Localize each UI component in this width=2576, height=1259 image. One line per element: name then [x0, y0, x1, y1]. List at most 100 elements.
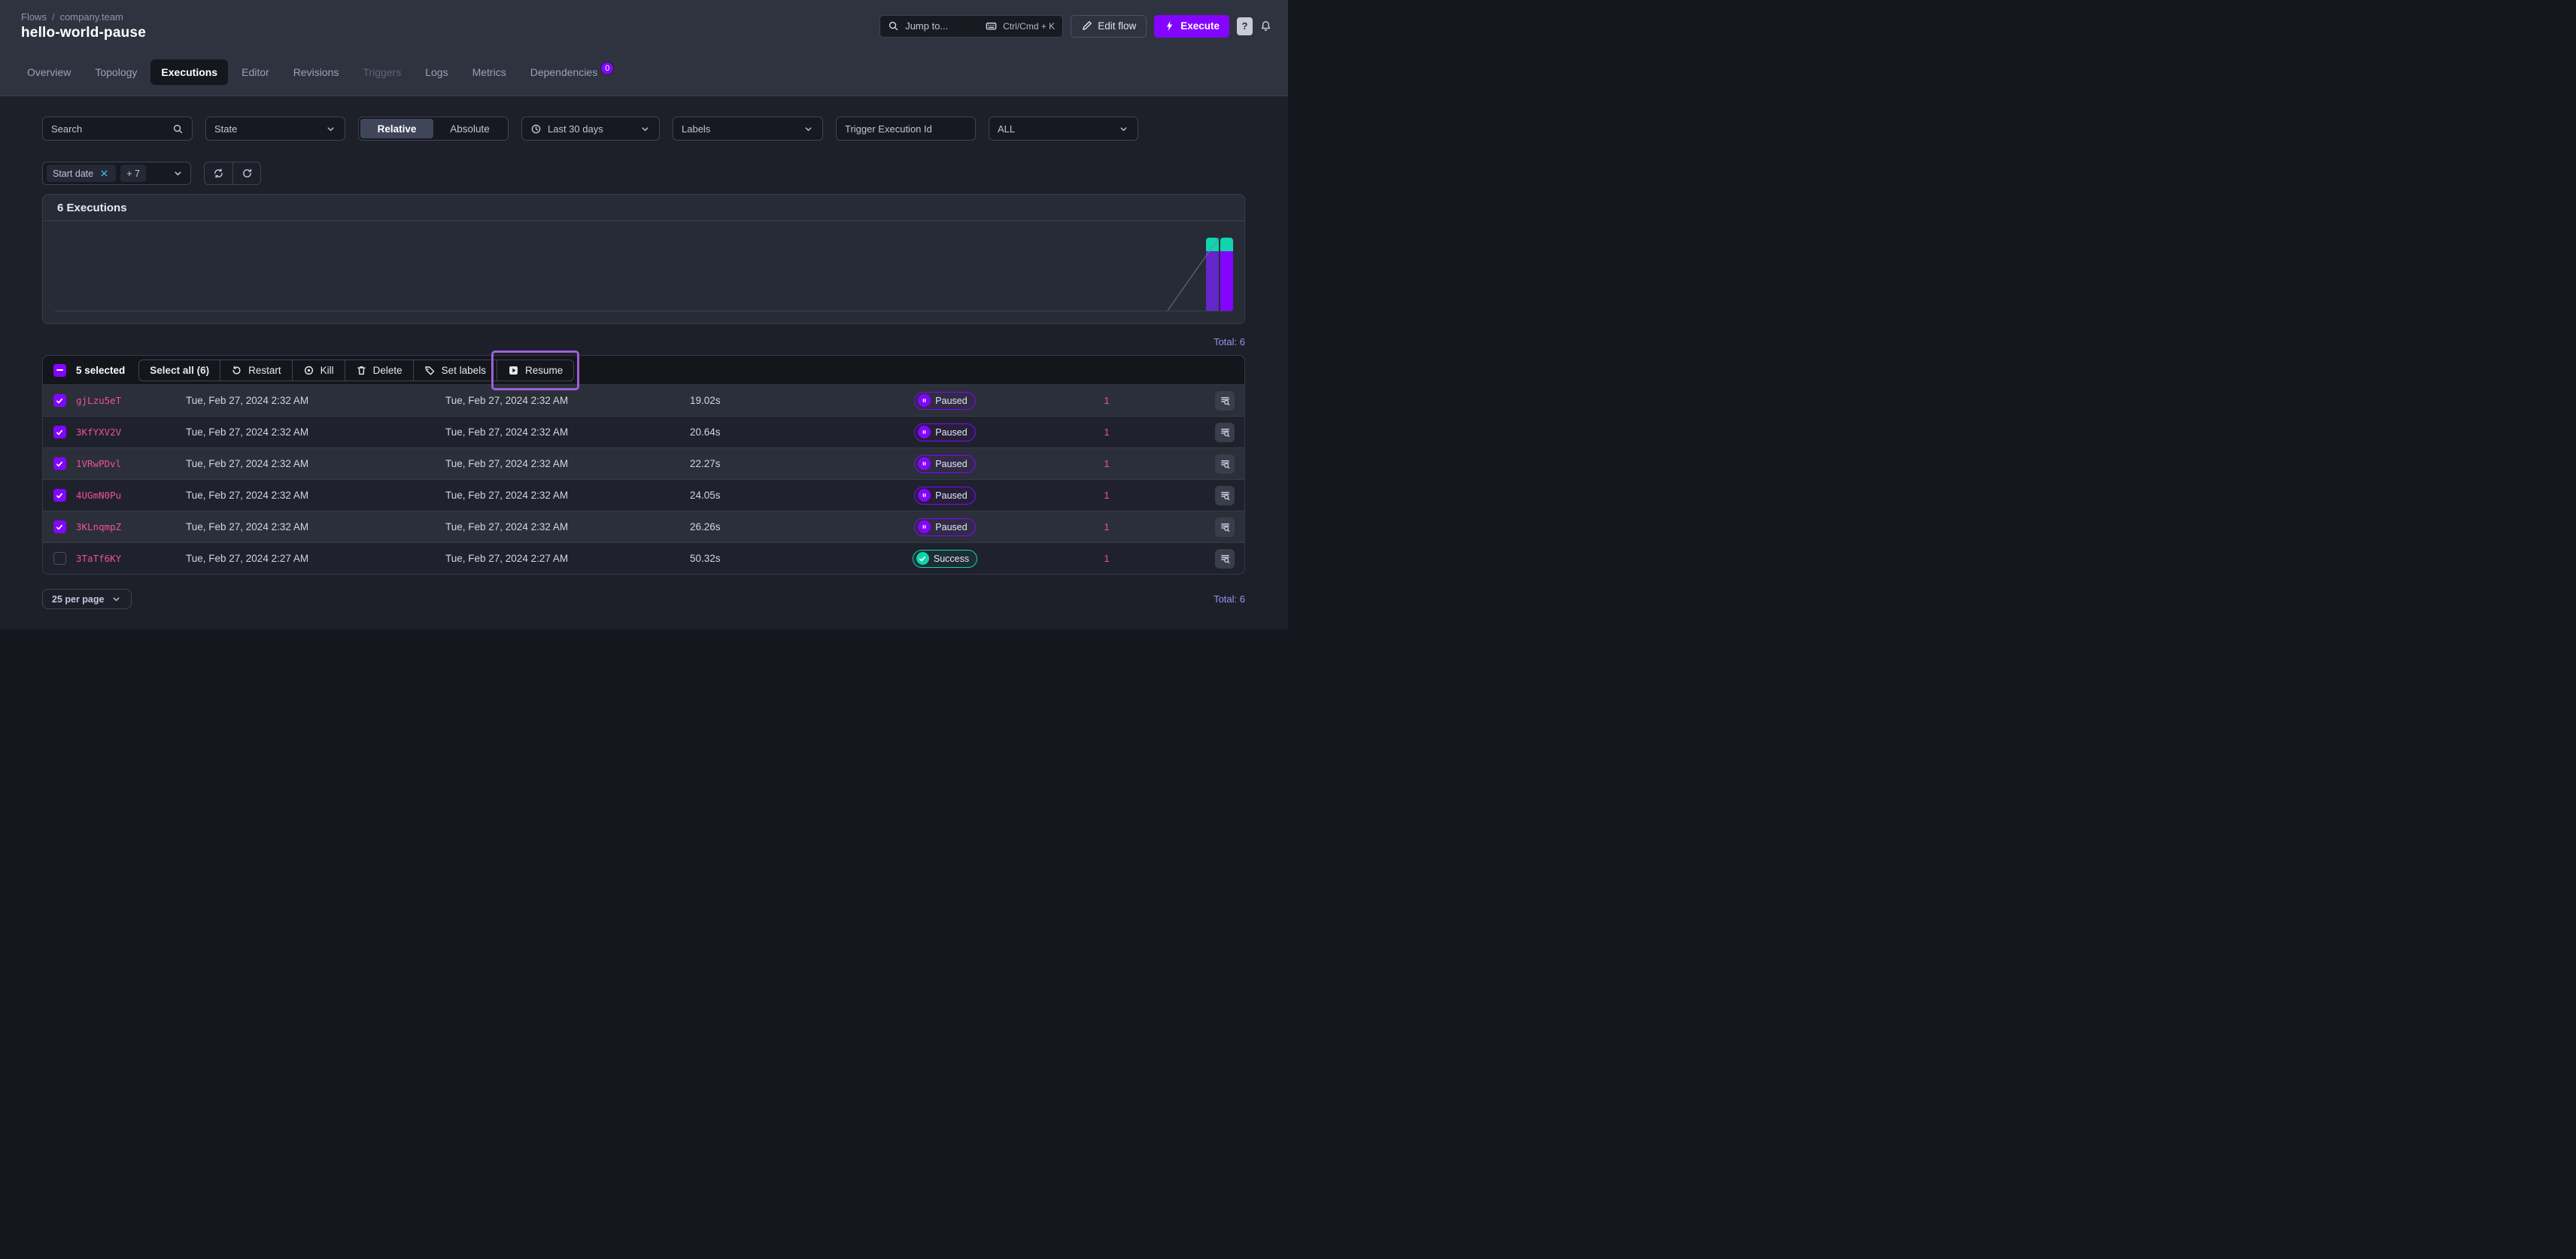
edit-flow-button[interactable]: Edit flow [1071, 15, 1147, 38]
kill-button[interactable]: Kill [292, 360, 345, 381]
more-filters-chip[interactable]: + 7 [120, 165, 146, 182]
row-checkbox[interactable] [53, 552, 66, 565]
revision-link[interactable]: 1 [1031, 521, 1182, 532]
revision-link[interactable]: 1 [1031, 426, 1182, 438]
revision-link[interactable]: 1 [1031, 490, 1182, 501]
page-title: hello-world-pause [21, 25, 146, 41]
dependencies-count-badge: 0 [600, 62, 614, 75]
close-icon[interactable] [99, 168, 110, 179]
start-date-cell: Tue, Feb 27, 2024 2:32 AM [174, 521, 433, 532]
execution-id-link[interactable]: gjLzu5eT [76, 395, 174, 406]
labels-select[interactable]: Labels [673, 117, 823, 141]
table-row[interactable]: gjLzu5eTTue, Feb 27, 2024 2:32 AMTue, Fe… [43, 384, 1244, 416]
revision-link[interactable]: 1 [1031, 395, 1182, 406]
search-icon [888, 20, 899, 32]
execution-id-link[interactable]: 3TaTf6KY [76, 553, 174, 564]
absolute-toggle[interactable]: Absolute [433, 119, 506, 138]
row-checkbox[interactable] [53, 457, 66, 470]
chevron-down-icon [172, 168, 184, 179]
tab-metrics[interactable]: Metrics [462, 59, 517, 85]
chevron-down-icon [325, 123, 336, 135]
table-row[interactable]: 3KfYXV2VTue, Feb 27, 2024 2:32 AMTue, Fe… [43, 416, 1244, 447]
notifications-bell-icon[interactable] [1260, 20, 1271, 32]
executions-count-title: 6 Executions [57, 202, 127, 214]
relative-toggle[interactable]: Relative [360, 119, 433, 138]
restart-icon [231, 365, 242, 376]
tab-logs[interactable]: Logs [415, 59, 458, 85]
row-logs-button[interactable] [1215, 549, 1235, 569]
state-badge-paused: Paused [914, 487, 975, 505]
chart-canvas [43, 221, 1244, 323]
row-logs-button[interactable] [1215, 391, 1235, 411]
table-row[interactable]: 3TaTf6KYTue, Feb 27, 2024 2:27 AMTue, Fe… [43, 542, 1244, 574]
trash-icon [356, 365, 367, 376]
table-row[interactable]: 4UGmN0PuTue, Feb 27, 2024 2:32 AMTue, Fe… [43, 479, 1244, 511]
tab-revisions[interactable]: Revisions [283, 59, 350, 85]
pause-circle-icon [918, 520, 931, 533]
execution-id-link[interactable]: 1VRwPDvl [76, 458, 174, 469]
labels-icon [424, 365, 436, 376]
search-icon [172, 123, 184, 135]
execute-button[interactable]: Execute [1154, 15, 1229, 38]
row-logs-button[interactable] [1215, 454, 1235, 474]
refresh-icon [242, 168, 253, 179]
jump-to-search[interactable]: Jump to... Ctrl/Cmd + K [879, 15, 1063, 38]
pause-circle-icon [918, 394, 931, 407]
row-checkbox[interactable] [53, 489, 66, 502]
auto-refresh-button[interactable] [205, 162, 232, 184]
trigger-execution-id-input[interactable]: Trigger Execution Id [836, 117, 976, 141]
tab-topology[interactable]: Topology [84, 59, 147, 85]
end-date-cell: Tue, Feb 27, 2024 2:27 AM [433, 553, 678, 564]
filters-row-1: Search State Relative Absolute Last 30 d… [42, 117, 1245, 141]
tab-editor[interactable]: Editor [231, 59, 280, 85]
breadcrumb-flows[interactable]: Flows [21, 11, 47, 23]
end-date-cell: Tue, Feb 27, 2024 2:32 AM [433, 458, 678, 469]
per-page-select[interactable]: 25 per page [42, 589, 132, 609]
select-all-6--button[interactable]: Select all (6) [139, 360, 220, 381]
table-row[interactable]: 1VRwPDvlTue, Feb 27, 2024 2:32 AMTue, Fe… [43, 447, 1244, 479]
row-checkbox[interactable] [53, 520, 66, 533]
date-range-select[interactable]: Last 30 days [521, 117, 660, 141]
relative-absolute-toggle: Relative Absolute [358, 117, 509, 141]
select-all-checkbox[interactable] [53, 364, 66, 377]
kill-icon [303, 365, 314, 376]
selected-count-label: 5 selected [76, 365, 125, 376]
execution-id-link[interactable]: 3KLnqmpZ [76, 521, 174, 532]
tab-executions[interactable]: Executions [150, 59, 228, 85]
restart-button[interactable]: Restart [220, 360, 292, 381]
row-checkbox[interactable] [53, 426, 66, 438]
execution-id-link[interactable]: 3KfYXV2V [76, 426, 174, 438]
row-checkbox[interactable] [53, 394, 66, 407]
row-logs-button[interactable] [1215, 517, 1235, 537]
executions-chart-card: 6 Executions [42, 194, 1245, 324]
scope-select[interactable]: ALL [989, 117, 1138, 141]
set-labels-button[interactable]: Set labels [413, 360, 497, 381]
active-filters-select[interactable]: Start date + 7 [42, 162, 191, 185]
resume-icon [508, 365, 519, 376]
start-date-cell: Tue, Feb 27, 2024 2:32 AM [174, 490, 433, 501]
refresh-button[interactable] [232, 162, 260, 184]
state-badge-paused: Paused [914, 392, 975, 410]
delete-button[interactable]: Delete [345, 360, 413, 381]
revision-link[interactable]: 1 [1031, 553, 1182, 564]
tab-dependencies[interactable]: Dependencies0 [520, 59, 625, 85]
duration-cell: 24.05s [678, 490, 858, 501]
row-logs-button[interactable] [1215, 486, 1235, 505]
help-button[interactable]: ? [1237, 17, 1253, 35]
table-row[interactable]: 3KLnqmpZTue, Feb 27, 2024 2:32 AMTue, Fe… [43, 511, 1244, 542]
executions-bar-chart[interactable] [43, 221, 1244, 323]
breadcrumb-namespace[interactable]: company.team [60, 11, 123, 23]
total-count-bottom: Total: 6 [1214, 593, 1245, 605]
state-select[interactable]: State [205, 117, 345, 141]
row-logs-button[interactable] [1215, 423, 1235, 442]
revision-link[interactable]: 1 [1031, 458, 1182, 469]
jump-to-shortcut: Ctrl/Cmd + K [1003, 21, 1055, 32]
sync-icon [213, 168, 224, 179]
chevron-down-icon [803, 123, 814, 135]
start-date-cell: Tue, Feb 27, 2024 2:32 AM [174, 395, 433, 406]
tab-overview[interactable]: Overview [17, 59, 81, 85]
resume-button[interactable]: Resume [497, 360, 573, 381]
search-input[interactable]: Search [42, 117, 193, 141]
execution-id-link[interactable]: 4UGmN0Pu [76, 490, 174, 501]
pause-circle-icon [918, 426, 931, 438]
